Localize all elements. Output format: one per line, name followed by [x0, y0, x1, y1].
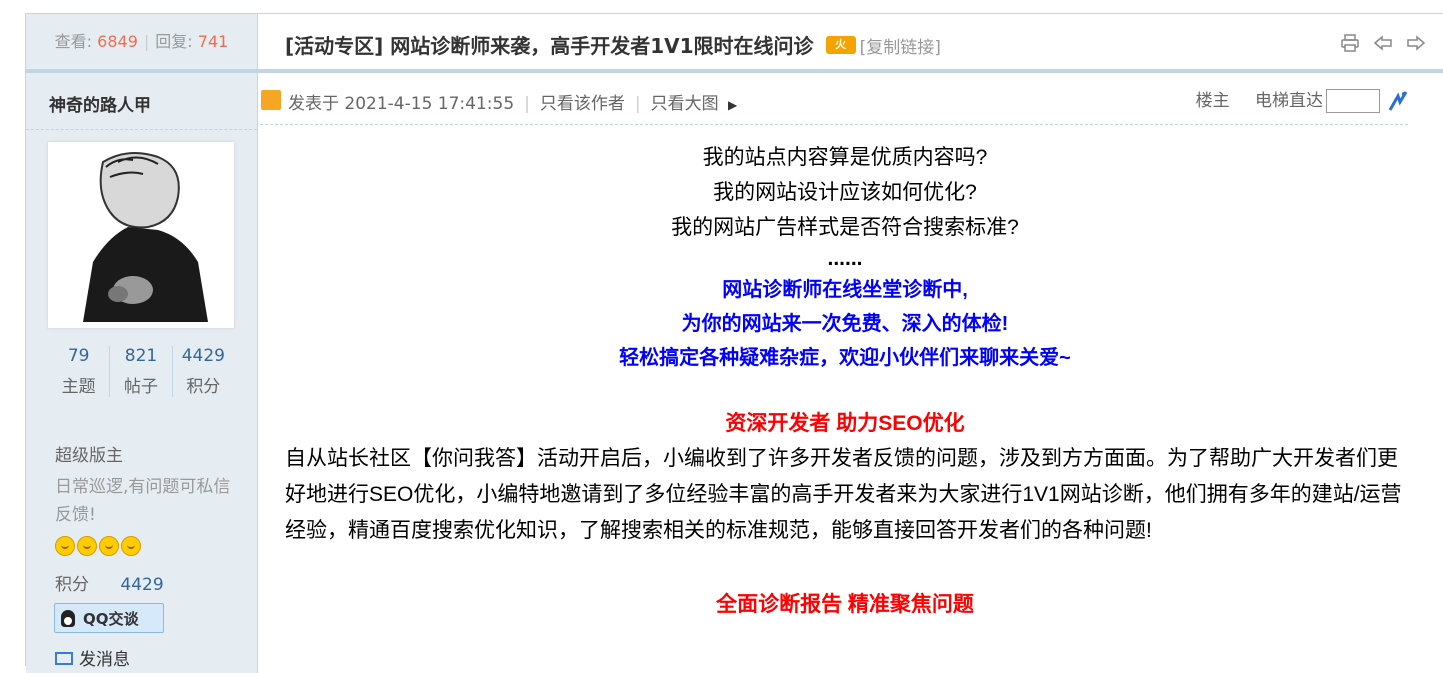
stat-posts[interactable]: 821 帖子 — [109, 346, 171, 397]
points-value: 4429 — [120, 575, 164, 595]
stat-value: 4429 — [181, 346, 225, 366]
thread-header: [活动专区] 网站诊断师来袭，高手开发者1V1限时在线问诊火 [复制链接] — [258, 14, 1443, 73]
post-content: 我的站点内容算是优质内容吗? 我的网站设计应该如何优化? 我的网站广告样式是否符… — [285, 140, 1405, 622]
prev-icon[interactable] — [1373, 34, 1393, 52]
stat-label: 帖子 — [123, 377, 158, 397]
only-author-link[interactable]: 只看该作者 — [540, 94, 625, 114]
question-line: 我的网站设计应该如何优化? — [713, 181, 977, 204]
qq-icon — [61, 610, 75, 627]
star-icon — [121, 536, 141, 556]
section-heading: 资深开发者 助力SEO优化 — [725, 412, 965, 435]
highlight-line: 轻松搞定各种疑难杂症，欢迎小伙伴们来聊来关爱~ — [619, 347, 1071, 369]
points-label: 积分 — [55, 575, 89, 595]
stat-value: 79 — [67, 346, 90, 366]
stat-label: 积分 — [186, 377, 221, 397]
views-count: 6849 — [97, 32, 138, 51]
stat-value: 821 — [124, 346, 158, 366]
thread-stats: 查看: 6849 | 回复: 741 — [26, 14, 258, 69]
floor-label: 楼主 — [1195, 91, 1230, 111]
views-label: 查看: — [54, 32, 93, 51]
go-icon[interactable] — [1386, 90, 1408, 112]
question-line: 我的网站广告样式是否符合搜索标准? — [671, 216, 1019, 239]
divider — [26, 129, 257, 130]
hot-icon: 火 — [825, 35, 856, 54]
replies-label: 回复: — [155, 32, 193, 51]
user-motto: 日常巡逻,有问题可私信反馈! — [55, 477, 231, 525]
thread-tools — [1332, 34, 1426, 56]
author-stats: 79 主题 821 帖子 4429 积分 — [48, 346, 234, 397]
ellipsis: ...... — [827, 247, 863, 270]
next-icon[interactable] — [1406, 34, 1426, 52]
intro-paragraph: 自从站长社区【你问我答】活动开启后，小编收到了许多开发者反馈的问题，涉及到方方面… — [285, 447, 1402, 542]
print-icon[interactable] — [1340, 34, 1360, 52]
post-meta-left: 发表于 2021-4-15 17:41:55 | 只看该作者 | 只看大图 ▶ — [288, 94, 738, 114]
jump-label: 电梯直达 — [1255, 91, 1323, 111]
stat-points[interactable]: 4429 积分 — [171, 346, 234, 397]
thread-title[interactable]: [活动专区] 网站诊断师来袭，高手开发者1V1限时在线问诊 — [285, 34, 814, 58]
qq-chat-button[interactable]: QQ交谈 — [54, 603, 164, 633]
user-group[interactable]: 超级版主 — [55, 441, 123, 466]
star-icon — [55, 536, 75, 556]
copy-link[interactable]: [复制链接] — [860, 38, 941, 58]
points-row: 积分 4429 — [55, 570, 164, 595]
section-heading: 全面诊断报告 精准聚焦问题 — [716, 593, 974, 616]
post-meta-right: 楼主 电梯直达 — [1196, 86, 1408, 113]
qq-label: QQ交谈 — [83, 610, 139, 628]
play-icon: ▶ — [728, 98, 738, 112]
thread-title-row: [活动专区] 网站诊断师来袭，高手开发者1V1限时在线问诊火 [复制链接] — [285, 30, 941, 59]
send-message-label: 发消息 — [79, 650, 130, 670]
star-icon — [77, 536, 97, 556]
author-online-icon — [261, 90, 281, 110]
send-message-link[interactable]: 发消息 — [55, 645, 130, 670]
highlight-line: 网站诊断师在线坐堂诊断中, — [722, 279, 968, 301]
only-images-link[interactable]: 只看大图 — [651, 94, 719, 114]
stat-label: 主题 — [61, 377, 96, 397]
question-line: 我的站点内容算是优质内容吗? — [702, 146, 988, 169]
post-meta: 发表于 2021-4-15 17:41:55 | 只看该作者 | 只看大图 ▶ 楼主 电… — [260, 75, 1408, 125]
floor-jump-input[interactable] — [1326, 89, 1380, 113]
star-icon — [99, 536, 119, 556]
author-name[interactable]: 神奇的路人甲 — [49, 91, 151, 116]
author-sidebar: 神奇的路人甲 79 主题 821 帖子 4429 积分 超级版主 日常巡逻,有问… — [26, 69, 258, 673]
stat-threads[interactable]: 79 主题 — [48, 346, 109, 397]
rank-stars — [55, 536, 141, 556]
highlight-line: 为你的网站来一次免费、深入的体检! — [681, 313, 1009, 335]
avatar[interactable] — [48, 142, 234, 328]
mail-icon — [55, 651, 73, 665]
post-time: 发表于 2021-4-15 17:41:55 — [288, 94, 515, 114]
replies-count: 741 — [197, 32, 229, 51]
